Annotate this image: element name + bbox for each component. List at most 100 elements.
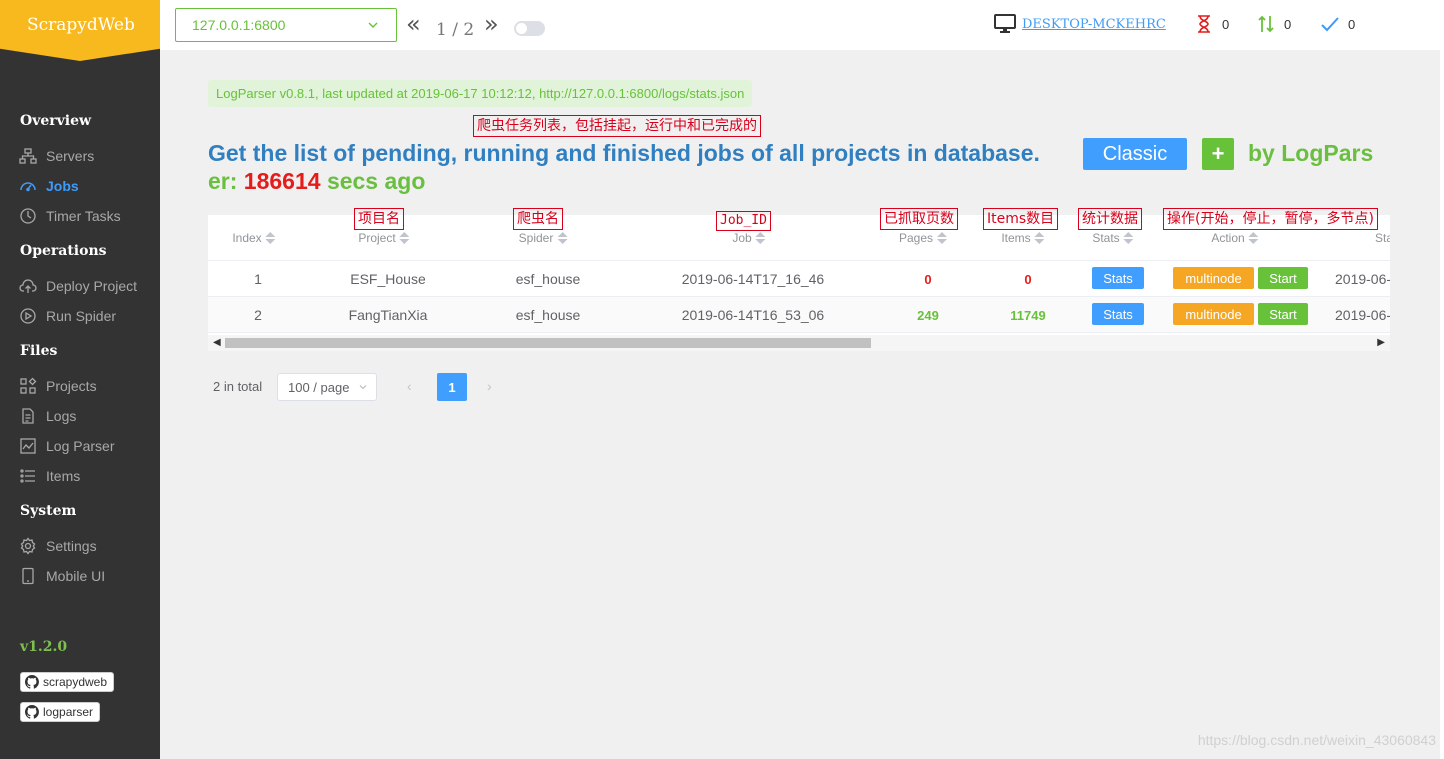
table-horizontal-scrollbar[interactable]: ◀ ▶ bbox=[208, 335, 1390, 351]
sidebar-item-deploy-project[interactable]: Deploy Project bbox=[18, 276, 137, 296]
table-row: 1 ESF_House esf_house 2019-06-14T17_16_4… bbox=[208, 261, 1390, 297]
badge-label: scrapydweb bbox=[43, 675, 108, 689]
github-badge-scrapydweb[interactable]: scrapydweb bbox=[20, 672, 115, 692]
sidebar-item-label: Logs bbox=[46, 408, 77, 424]
projects-icon bbox=[18, 377, 38, 395]
sidebar-item-mobile-ui[interactable]: Mobile UI bbox=[18, 566, 105, 586]
top-header: 127.0.0.1:6800 « 1 / 2 » DESKTOP-MCKEHRC… bbox=[160, 0, 1444, 50]
sidebar-item-timer-tasks[interactable]: Timer Tasks bbox=[18, 206, 121, 226]
scroll-left-arrow-icon[interactable]: ◀ bbox=[213, 337, 221, 348]
next-node-button[interactable]: » bbox=[484, 12, 499, 36]
classic-button[interactable]: Classic bbox=[1083, 138, 1187, 170]
multinode-button[interactable]: multinode bbox=[1173, 267, 1254, 289]
col-header-index[interactable]: Index bbox=[232, 231, 276, 245]
col-header-label: Stats bbox=[1092, 231, 1120, 245]
github-icon bbox=[25, 675, 39, 689]
last-updated-prefix: er: bbox=[208, 168, 238, 194]
nav-heading-overview: Overview bbox=[20, 113, 92, 129]
sidebar-item-run-spider[interactable]: Run Spider bbox=[18, 306, 116, 326]
col-header-label: Items bbox=[1001, 231, 1031, 245]
node-page-indicator: 1 / 2 bbox=[436, 20, 475, 40]
hourglass-icon bbox=[1198, 15, 1210, 33]
last-updated-secs: 186614 bbox=[243, 168, 321, 194]
prev-node-button[interactable]: « bbox=[406, 12, 421, 36]
col-header-label: Job bbox=[732, 231, 752, 245]
pending-count: 0 bbox=[1222, 16, 1230, 32]
stats-button[interactable]: Stats bbox=[1092, 267, 1144, 289]
node-select-value: 127.0.0.1:6800 bbox=[192, 17, 286, 33]
chevron-down-icon bbox=[359, 385, 367, 390]
col-header-items[interactable]: Items bbox=[1001, 231, 1045, 245]
sidebar-item-log-parser[interactable]: Log Parser bbox=[18, 436, 114, 456]
scrollbar-thumb[interactable] bbox=[225, 338, 871, 348]
last-updated-line: er: 186614 secs ago bbox=[208, 168, 425, 195]
nav-heading-system: System bbox=[20, 503, 77, 519]
stats-button[interactable]: Stats bbox=[1092, 303, 1144, 325]
sidebar-item-items[interactable]: Items bbox=[18, 466, 80, 486]
col-header-start[interactable]: Sta bbox=[1375, 231, 1390, 245]
cell-index: 2 bbox=[254, 307, 262, 323]
pending-jobs-counter[interactable]: 0 bbox=[1194, 14, 1229, 34]
col-header-action[interactable]: Action bbox=[1211, 231, 1259, 245]
cell-items: 0 bbox=[1024, 272, 1032, 287]
items-icon bbox=[18, 467, 38, 485]
sidebar-item-projects[interactable]: Projects bbox=[18, 376, 97, 396]
page-size-select[interactable]: 100 / page bbox=[277, 373, 377, 401]
annotation-title-note: 爬虫任务列表，包括挂起，运行中和已完成的 bbox=[473, 115, 761, 137]
jobs-icon bbox=[18, 177, 38, 195]
start-button[interactable]: Start bbox=[1258, 267, 1308, 289]
col-header-label: Spider bbox=[518, 231, 554, 245]
col-header-job[interactable]: Job bbox=[732, 231, 766, 245]
node-select[interactable]: 127.0.0.1:6800 bbox=[175, 8, 397, 42]
sidebar-item-settings[interactable]: Settings bbox=[18, 536, 97, 556]
sidebar-item-servers[interactable]: Servers bbox=[18, 146, 94, 166]
deploy-icon bbox=[18, 277, 38, 295]
col-header-label: Pages bbox=[898, 231, 934, 245]
cell-job: 2019-06-14T16_53_06 bbox=[681, 307, 825, 323]
scroll-right-arrow-icon[interactable]: ▶ bbox=[1377, 337, 1385, 348]
col-header-label: Index bbox=[232, 231, 262, 245]
host-link[interactable]: DESKTOP-MCKEHRC bbox=[994, 14, 1166, 34]
cell-project: FangTianXia bbox=[348, 307, 428, 323]
col-header-label: Sta bbox=[1375, 231, 1390, 245]
desktop-icon bbox=[994, 14, 1016, 33]
prev-page-button[interactable]: ‹ bbox=[407, 378, 412, 394]
nav-heading-operations: Operations bbox=[20, 243, 107, 259]
cell-job: 2019-06-14T17_16_46 bbox=[681, 271, 825, 287]
node-toggle-switch[interactable] bbox=[514, 21, 545, 36]
sort-icon bbox=[937, 232, 948, 244]
servers-icon bbox=[18, 147, 38, 165]
col-header-spider[interactable]: Spider bbox=[519, 231, 568, 245]
chevron-down-icon bbox=[368, 22, 378, 28]
page-number-current[interactable]: 1 bbox=[437, 373, 467, 401]
finished-count: 0 bbox=[1348, 16, 1356, 32]
multinode-button[interactable]: multinode bbox=[1173, 303, 1254, 325]
col-header-pages[interactable]: Pages bbox=[898, 231, 948, 245]
cell-index: 1 bbox=[254, 271, 262, 287]
sidebar: ScrapydWeb Overview Servers Jobs Timer T… bbox=[0, 0, 160, 759]
github-badge-logparser[interactable]: logparser bbox=[20, 702, 101, 722]
sidebar-item-logs[interactable]: Logs bbox=[18, 406, 76, 426]
next-page-button[interactable]: › bbox=[487, 378, 492, 394]
sidebar-item-jobs[interactable]: Jobs bbox=[18, 176, 79, 196]
sort-icon bbox=[265, 232, 276, 244]
plus-button[interactable]: + bbox=[1202, 138, 1234, 170]
sort-icon bbox=[557, 232, 568, 244]
sidebar-item-label: Servers bbox=[46, 148, 95, 164]
by-logparser-text: by LogPars bbox=[1248, 140, 1374, 166]
pagination-total: 2 in total bbox=[213, 379, 263, 394]
start-button[interactable]: Start bbox=[1258, 303, 1308, 325]
sort-icon bbox=[1034, 232, 1045, 244]
cell-spider: esf_house bbox=[515, 307, 581, 323]
cell-project: ESF_House bbox=[350, 271, 426, 287]
running-jobs-counter[interactable]: 0 bbox=[1256, 14, 1291, 34]
annotation-items: Items数目 bbox=[983, 208, 1059, 230]
app-logo[interactable]: ScrapydWeb bbox=[0, 0, 160, 61]
annotation-spider: 爬虫名 bbox=[513, 208, 563, 230]
col-header-project[interactable]: Project bbox=[358, 231, 410, 245]
col-header-stats[interactable]: Stats bbox=[1092, 231, 1134, 245]
host-name: DESKTOP-MCKEHRC bbox=[1022, 16, 1166, 32]
annotation-stats: 统计数据 bbox=[1078, 208, 1142, 230]
sidebar-item-label: Timer Tasks bbox=[46, 208, 121, 224]
finished-jobs-counter[interactable]: 0 bbox=[1320, 14, 1355, 34]
